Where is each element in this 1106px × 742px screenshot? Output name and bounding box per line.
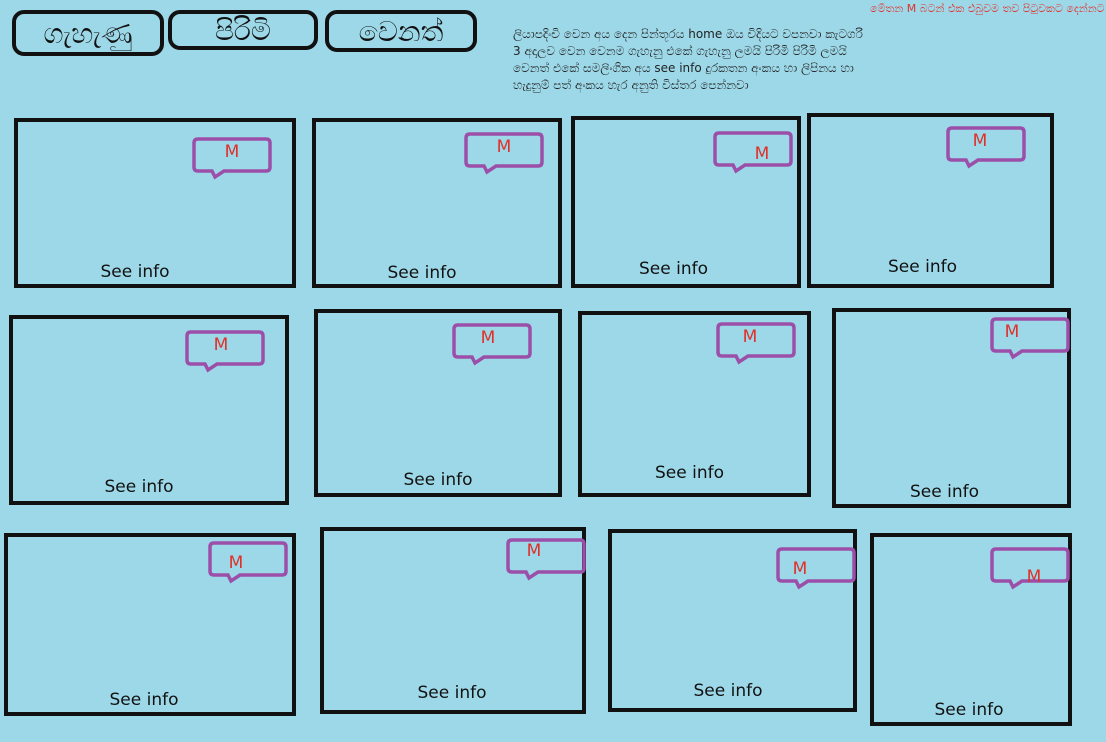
see-info-link[interactable]: See info xyxy=(0,262,292,282)
see-info-link[interactable]: See info xyxy=(550,259,797,279)
message-button[interactable]: M xyxy=(452,323,532,366)
see-info-link[interactable]: See info xyxy=(572,463,807,483)
message-button-label: M xyxy=(213,335,229,355)
see-info-link[interactable]: See info xyxy=(0,477,285,497)
message-button-label: M xyxy=(480,328,496,348)
see-info-link[interactable]: See info xyxy=(322,683,582,703)
message-button[interactable]: M xyxy=(990,317,1070,360)
tab-men-label: පිරිමි xyxy=(214,14,271,47)
message-button-label: M xyxy=(742,327,758,347)
tab-other-label: වෙනත් xyxy=(358,15,444,48)
see-info-link[interactable]: See info xyxy=(795,257,1050,277)
message-button[interactable]: M xyxy=(713,131,793,174)
profile-card: M See info xyxy=(608,529,857,712)
message-button[interactable]: M xyxy=(192,137,272,180)
profile-card: M See info xyxy=(578,311,811,497)
profile-card: M See info xyxy=(870,533,1072,726)
profile-card: M See info xyxy=(807,113,1054,288)
message-button[interactable]: M xyxy=(208,541,288,584)
message-button-label: M xyxy=(972,131,988,151)
message-button-label: M xyxy=(792,559,808,579)
message-button-label: M xyxy=(496,137,512,157)
message-button[interactable]: M xyxy=(946,126,1026,169)
profile-card: M See info xyxy=(832,308,1071,508)
message-button-label: M xyxy=(526,541,542,561)
tab-other[interactable]: වෙනත් xyxy=(325,10,477,52)
see-info-link[interactable]: See info xyxy=(822,482,1067,502)
message-button-label: M xyxy=(224,142,240,162)
message-button[interactable]: M xyxy=(716,322,796,365)
m-button-note: මේතන M බටන් එක එබුවම තව පිටුවකට දෙන්නට ක… xyxy=(870,2,1106,15)
message-button[interactable]: M xyxy=(185,330,265,373)
message-button-label: M xyxy=(1026,567,1042,587)
description-note: ලියාපදිංචි වෙන අය දෙන පින්තූරය home ඔය ව… xyxy=(513,27,863,92)
message-button-label: M xyxy=(228,553,244,573)
profile-card: M See info xyxy=(4,533,296,716)
profile-card: M See info xyxy=(312,118,562,288)
message-button[interactable]: M xyxy=(776,547,856,590)
message-button[interactable]: M xyxy=(990,547,1070,590)
message-button[interactable]: M xyxy=(506,538,586,581)
see-info-link[interactable]: See info xyxy=(0,690,292,710)
profile-card: M See info xyxy=(571,116,801,288)
profile-card: M See info xyxy=(9,315,289,505)
tab-women-label: ගැහැණු xyxy=(43,17,133,50)
see-info-link[interactable]: See info xyxy=(318,470,558,490)
profile-card: M See info xyxy=(320,527,586,714)
see-info-link[interactable]: See info xyxy=(603,681,853,701)
see-info-link[interactable]: See info xyxy=(286,263,558,283)
tab-women[interactable]: ගැහැණු xyxy=(12,10,164,56)
profile-card: M See info xyxy=(14,118,296,288)
profile-card: M See info xyxy=(314,309,562,497)
see-info-link[interactable]: See info xyxy=(870,700,1068,720)
message-button-label: M xyxy=(754,144,770,164)
message-button-label: M xyxy=(1004,322,1020,342)
tab-men[interactable]: පිරිමි xyxy=(168,10,318,50)
message-button[interactable]: M xyxy=(464,132,544,175)
